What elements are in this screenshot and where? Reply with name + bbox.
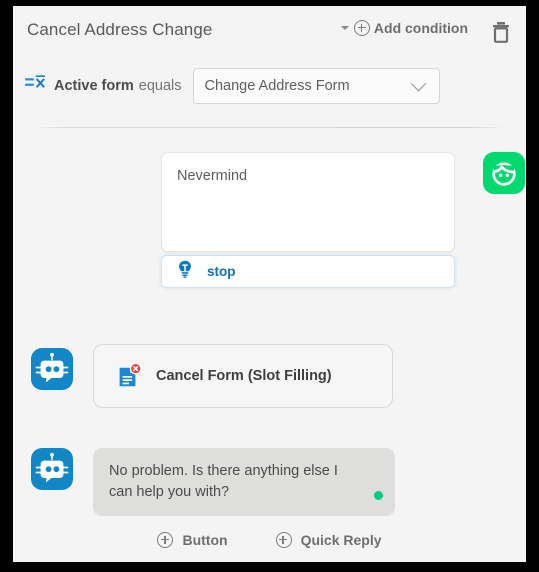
add-quick-reply-action[interactable]: Quick Reply bbox=[275, 532, 382, 548]
condition-value-select[interactable]: Change Address Form bbox=[192, 68, 440, 104]
lightbulb-icon bbox=[177, 260, 193, 283]
add-button-action[interactable]: Button bbox=[157, 532, 228, 548]
add-condition-label: Add condition bbox=[373, 20, 468, 36]
trash-icon[interactable] bbox=[490, 20, 512, 44]
green-status-dot bbox=[374, 491, 383, 501]
condition-operator: equals bbox=[138, 78, 182, 94]
bot-action-label: Cancel Form (Slot Filling) bbox=[156, 368, 332, 384]
bot-action-card[interactable]: Cancel Form (Slot Filling) bbox=[93, 344, 393, 408]
bot-message-text: No problem. Is there anything else I can… bbox=[109, 463, 338, 500]
bot-avatar-icon bbox=[31, 348, 73, 390]
condition-row: Active form equals Change Address Form bbox=[13, 58, 526, 114]
user-avatar-icon bbox=[483, 152, 525, 194]
add-quick-reply-label: Quick Reply bbox=[300, 532, 382, 548]
screenshot-frame: Cancel Address Change Add condition Acti… bbox=[0, 0, 539, 572]
condition-form-icon bbox=[25, 74, 46, 98]
user-utterance-card[interactable]: Nevermind bbox=[161, 152, 455, 252]
plus-circle-icon bbox=[157, 532, 174, 548]
page-title: Cancel Address Change bbox=[27, 20, 213, 39]
section-divider bbox=[36, 127, 503, 128]
node-header: Cancel Address Change Add condition bbox=[13, 6, 526, 56]
intent-chip[interactable]: stop bbox=[161, 255, 455, 288]
plus-circle-icon bbox=[275, 532, 292, 548]
user-turn: Nevermind stop bbox=[161, 152, 525, 288]
add-actions-row: Button Quick Reply bbox=[13, 532, 526, 548]
chevron-down-icon bbox=[410, 75, 426, 91]
condition-value-text: Change Address Form bbox=[204, 78, 350, 94]
user-utterance-text: Nevermind bbox=[177, 168, 248, 184]
condition-variable: Active form bbox=[54, 78, 134, 94]
document-cancel-icon bbox=[116, 362, 142, 389]
conversation-panel: Nevermind stop Cancel Form (Slot Filling… bbox=[13, 136, 526, 562]
intent-label: stop bbox=[207, 264, 236, 279]
add-button-label: Button bbox=[182, 532, 228, 548]
dialog-node-card: Cancel Address Change Add condition Acti… bbox=[13, 6, 526, 562]
plus-circle-icon bbox=[353, 20, 370, 36]
caret-down-icon[interactable] bbox=[340, 26, 349, 30]
bot-avatar-icon bbox=[31, 448, 73, 490]
bot-message-bubble[interactable]: No problem. Is there anything else I can… bbox=[93, 448, 395, 517]
add-condition-button[interactable]: Add condition bbox=[340, 20, 468, 36]
